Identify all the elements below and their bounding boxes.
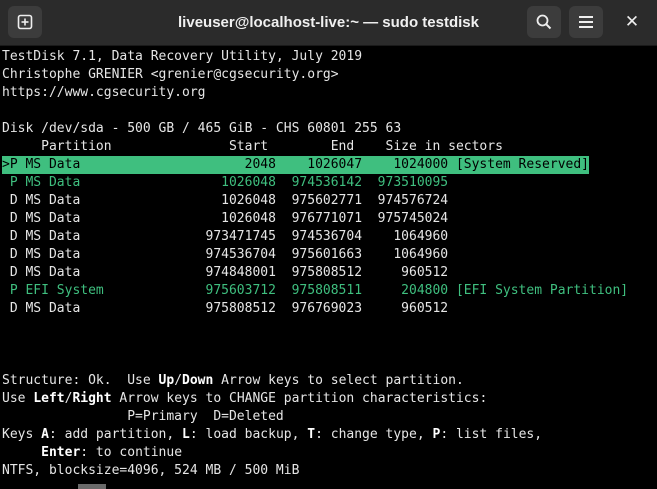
type-legend: P=Primary D=Deleted — [2, 409, 284, 424]
header-line-3: https://www.cgsecurity.org — [2, 85, 206, 100]
new-tab-icon — [17, 14, 33, 30]
search-button[interactable] — [527, 6, 561, 38]
structure-help-line: Structure: Ok. Use Up/Down Arrow keys to… — [2, 373, 464, 388]
hamburger-menu-icon — [579, 16, 593, 28]
keys-help-line: Keys A: add partition, L: load backup, T… — [2, 427, 543, 442]
partition-row[interactable]: P EFI System 975603712 975808511 204800 … — [2, 282, 628, 300]
disk-info: Disk /dev/sda - 500 GB / 465 GiB - CHS 6… — [2, 121, 402, 136]
partition-row[interactable]: D MS Data 973471745 974536704 1064960 — [2, 228, 448, 246]
close-button[interactable]: ✕ — [615, 6, 649, 38]
header-line-2: Christophe GRENIER <grenier@cgsecurity.o… — [2, 67, 339, 82]
close-icon: ✕ — [624, 12, 640, 32]
terminal-area[interactable]: TestDisk 7.1, Data Recovery Utility, Jul… — [0, 46, 657, 489]
partition-row[interactable]: D MS Data 974536704 975601663 1064960 — [2, 246, 448, 264]
partition-row[interactable]: D MS Data 1026048 976771071 975745024 — [2, 210, 448, 228]
table-header: Partition Start End Size in sectors — [2, 139, 503, 154]
status-line: NTFS, blocksize=4096, 524 MB / 500 MiB — [2, 463, 300, 478]
partition-row-selected[interactable]: >P MS Data 2048 1026047 1024000 [System … — [2, 156, 589, 174]
scrollbar-thumb[interactable] — [78, 484, 106, 489]
menu-button[interactable] — [569, 6, 603, 38]
title-bar: liveuser@localhost-live:~ — sudo testdis… — [0, 0, 657, 46]
search-icon — [536, 14, 552, 30]
enter-help-line: Enter: to continue — [41, 445, 183, 460]
header-line-1: TestDisk 7.1, Data Recovery Utility, Jul… — [2, 49, 363, 64]
partition-row[interactable]: D MS Data 974848001 975808512 960512 — [2, 264, 448, 282]
partition-row[interactable]: D MS Data 975808512 976769023 960512 — [2, 300, 448, 318]
new-tab-button[interactable] — [8, 6, 42, 38]
partition-row[interactable]: D MS Data 1026048 975602771 974576724 — [2, 192, 448, 210]
change-help-line: Use Left/Right Arrow keys to CHANGE part… — [2, 391, 488, 406]
partition-row[interactable]: P MS Data 1026048 974536142 973510095 — [2, 174, 448, 192]
